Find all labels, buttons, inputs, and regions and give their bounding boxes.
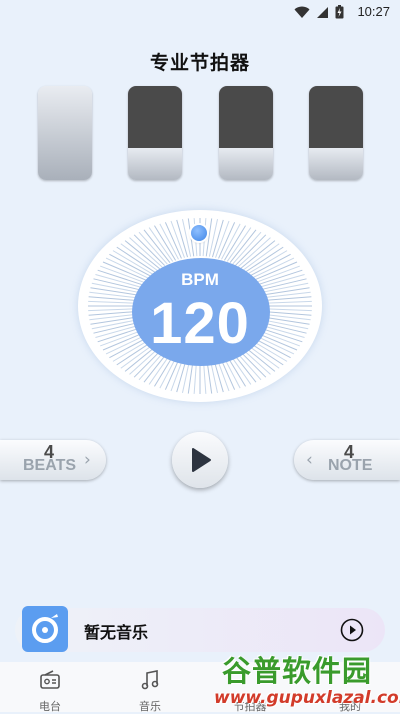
beat-indicator-4[interactable] [309, 86, 363, 180]
music-disc-icon [32, 614, 58, 643]
music-note-icon [141, 670, 159, 690]
status-time: 10:27 [357, 4, 390, 19]
status-bar: 10:27 [0, 0, 400, 24]
page-title: 专业节拍器 [149, 52, 250, 74]
beat-indicator-3[interactable] [219, 86, 273, 180]
mini-play-icon[interactable] [340, 618, 364, 642]
watermark-logo-text: 谷普软件园 [222, 654, 373, 688]
battery-icon [335, 5, 344, 19]
radio-icon [40, 670, 60, 689]
beat-indicator-1[interactable] [38, 86, 92, 180]
play-button[interactable] [172, 432, 228, 488]
music-player-bar[interactable] [15, 608, 385, 652]
tab-music[interactable]: 音乐 [110, 662, 190, 713]
signal-icon [317, 6, 328, 18]
beat-indicators [0, 86, 400, 180]
play-icon [192, 448, 211, 472]
beats-label: BEATS [23, 457, 77, 474]
song-title: 暂无音乐 [84, 623, 149, 642]
beat-indicator-2[interactable] [128, 86, 182, 180]
chevron-right-icon: › [84, 450, 91, 470]
album-cover[interactable] [22, 606, 68, 652]
bpm-value: 120 [150, 291, 250, 356]
tempo-knob[interactable] [191, 225, 207, 241]
note-selector[interactable]: ‹ 4 NOTE [294, 440, 400, 480]
chevron-left-icon: ‹ [306, 450, 313, 470]
tab-radio[interactable]: 电台 [10, 662, 90, 713]
watermark-url: www.gupuxlazal.com [214, 688, 400, 708]
beats-selector[interactable]: 4 BEATS › [0, 440, 106, 480]
status-icons [294, 5, 344, 19]
bpm-label: BPM [181, 270, 219, 289]
wifi-icon [294, 6, 310, 18]
note-label: NOTE [328, 457, 373, 474]
